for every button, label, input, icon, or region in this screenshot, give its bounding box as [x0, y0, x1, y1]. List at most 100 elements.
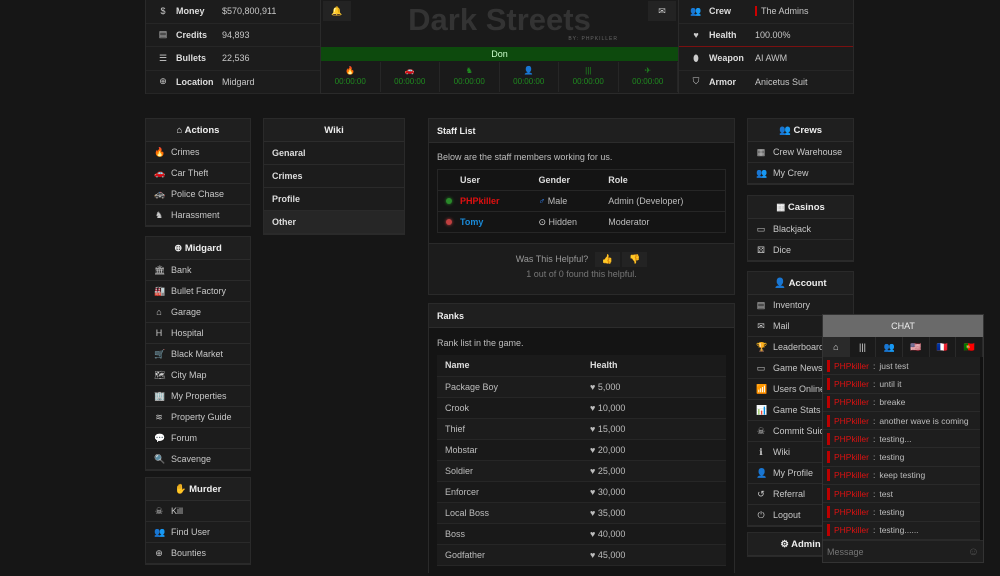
menu-item-crew-warehouse[interactable]: ▦ Crew Warehouse: [748, 142, 853, 163]
heart-icon: ♥: [590, 444, 596, 455]
forum-icon: 💬: [154, 433, 166, 443]
rank-row: Package Boy ♥ 5,000: [437, 376, 726, 398]
menu-item-black-market[interactable]: 🛒 Black Market: [146, 344, 250, 365]
wiki-item-crimes[interactable]: Crimes: [264, 165, 404, 188]
menu-item-bank[interactable]: 🏛 Bank: [146, 260, 250, 281]
menu-item-harassment[interactable]: ♞ Harassment: [146, 205, 250, 226]
police-chase-icon: 🚓: [154, 189, 166, 199]
menu-item-garage[interactable]: ⌂ Garage: [146, 302, 250, 323]
heart-icon: ♥: [590, 549, 596, 560]
wiki-item-other[interactable]: Other: [264, 211, 404, 234]
chat-username[interactable]: PHPkiller: [834, 393, 869, 411]
timer-4: ||| 00:00:00: [559, 62, 619, 92]
chat-tab-pt-flag-icon[interactable]: 🇵🇹: [956, 337, 984, 357]
chat-title[interactable]: CHAT: [823, 315, 983, 337]
chat-username[interactable]: PHPkiller: [834, 466, 869, 484]
menu-item-forum[interactable]: 💬 Forum: [146, 428, 250, 449]
staff-user-link[interactable]: PHPkiller: [460, 196, 500, 206]
chat-username[interactable]: PHPkiller: [834, 357, 869, 375]
fire-icon: 🔥: [345, 66, 356, 75]
wiki-item-genaral[interactable]: Genaral: [264, 142, 404, 165]
plane-icon: ✈: [644, 66, 652, 75]
heart-icon: ♥: [590, 507, 596, 518]
chat-tab-jail-icon[interactable]: |||: [850, 337, 877, 357]
logout-icon: ⏻: [757, 510, 765, 520]
chat-message: PHPkiller: testing: [823, 503, 980, 522]
menu-item-hospital[interactable]: H Hospital: [146, 323, 250, 344]
chat-message-input[interactable]: [827, 546, 968, 557]
chat-tab-home-icon[interactable]: ⌂: [823, 337, 850, 357]
stat-armor: ⛉ Armor Anicetus Suit: [679, 71, 853, 94]
menu-item-property-guide[interactable]: ≋ Property Guide: [146, 407, 250, 428]
header-center: 🔔 ✉ Dark Streets BY: PHPKILLER Don 🔥 00:0…: [320, 0, 679, 94]
menu-item-scavenge[interactable]: 🔍 Scavenge: [146, 449, 250, 470]
helpful-count: 1 out of 0 found this helpful.: [526, 269, 637, 279]
commit-suicide-icon: ☠: [756, 426, 766, 436]
menu-item-kill[interactable]: ☠ Kill: [146, 501, 250, 522]
rank-row: Local Boss ♥ 35,000: [437, 502, 726, 524]
menu-item-bounties[interactable]: ⊕ Bounties: [146, 543, 250, 564]
player-stats-left: $ Money $570,800,911 ▤ Credits 94,893 ☰ Bullets…: [145, 0, 321, 94]
wiki-item-profile[interactable]: Profile: [264, 188, 404, 211]
chat-message: PHPkiller: breake: [823, 394, 980, 412]
bullets-icon: ☰: [158, 52, 168, 63]
chat-username[interactable]: PHPkiller: [834, 521, 869, 539]
menu-item-find-user[interactable]: 👥 Find User: [146, 522, 250, 543]
crew-warehouse-icon: ▦: [756, 147, 766, 157]
stat-bullets: ☰ Bullets 22,536: [146, 47, 320, 71]
chat-username[interactable]: PHPkiller: [834, 503, 869, 521]
inventory-icon: ▤: [756, 300, 766, 310]
heart-icon: ♥: [693, 29, 699, 40]
player-stats-right: 👥 Crew The Admins ♥ Health 100.00% ⬮ Weapon AI A…: [678, 0, 854, 94]
chat-tab-crew-icon[interactable]: 👥: [876, 337, 904, 357]
ranks-title: Ranks: [429, 304, 734, 328]
chat-username[interactable]: PHPkiller: [834, 430, 869, 448]
chat-messages[interactable]: PHPkiller: just test PHPkiller: until it PHP…: [823, 357, 983, 540]
rank-row: Thief ♥ 15,000: [437, 418, 726, 440]
staff-user-link[interactable]: Tomy: [460, 217, 483, 227]
menu-item-my-properties[interactable]: 🏢 My Properties: [146, 386, 250, 407]
timer-3: 👤 00:00:00: [500, 62, 559, 92]
thumbs-down-button[interactable]: 👎: [622, 252, 648, 267]
timer-2: ♞ 00:00:00: [440, 62, 500, 92]
chat-tab-fr-flag-icon[interactable]: 🇫🇷: [930, 337, 957, 357]
chat-username[interactable]: PHPkiller: [834, 485, 869, 503]
site-logo: Dark Streets: [408, 2, 591, 37]
chat-message: PHPkiller: testing......: [823, 522, 980, 540]
chat-message: PHPkiller: until it: [823, 375, 980, 394]
chat-username[interactable]: PHPkiller: [834, 448, 869, 466]
gender-icon: ♂: [538, 196, 546, 206]
hospital-icon: H: [155, 328, 163, 338]
chat-message: PHPkiller: another wave is coming: [823, 412, 980, 431]
menu-item-crimes[interactable]: 🔥 Crimes: [146, 142, 250, 163]
city-map-icon: 🗺: [154, 370, 166, 380]
referral-icon: ↺: [757, 489, 765, 499]
menu-item-my-crew[interactable]: 👥 My Crew: [748, 163, 853, 184]
emoji-icon[interactable]: ☺: [968, 546, 979, 558]
menu-item-inventory[interactable]: ▤ Inventory: [748, 295, 853, 316]
chat-username[interactable]: PHPkiller: [834, 375, 869, 393]
game-stats-icon: 📊: [756, 405, 768, 415]
heart-icon: ♥: [590, 402, 596, 413]
menu-item-bullet-factory[interactable]: 🏭 Bullet Factory: [146, 281, 250, 302]
chat-tab-us-flag-icon[interactable]: 🇺🇸: [903, 337, 930, 357]
menu-item-police-chase[interactable]: 🚓 Police Chase: [146, 184, 250, 205]
rank-row: Boss ♥ 40,000: [437, 523, 726, 545]
car-theft-icon: 🚗: [154, 168, 166, 178]
stat-crew: 👥 Crew The Admins: [679, 0, 853, 24]
crews-title: Crews: [793, 125, 822, 136]
staff-list-panel: Staff List Below are the staff members w…: [428, 118, 735, 295]
menu-item-car-theft[interactable]: 🚗 Car Theft: [146, 163, 250, 184]
rank-label: Don: [321, 47, 678, 61]
menu-item-dice[interactable]: ⚄ Dice: [748, 240, 853, 261]
menu-item-city-map[interactable]: 🗺 City Map: [146, 365, 250, 386]
ranks-intro: Rank list in the game.: [437, 338, 524, 348]
casinos-title: Casinos: [787, 202, 825, 213]
chat-username[interactable]: PHPkiller: [834, 412, 869, 430]
account-title: Account: [788, 278, 827, 289]
crimes-icon: 🔥: [154, 147, 166, 157]
thumbs-up-button[interactable]: 👍: [594, 252, 620, 267]
ranks-panel: Ranks Rank list in the game. Name Health …: [428, 303, 735, 576]
timer-1: 🚗 00:00:00: [381, 62, 440, 92]
menu-item-blackjack[interactable]: ▭ Blackjack: [748, 219, 853, 240]
